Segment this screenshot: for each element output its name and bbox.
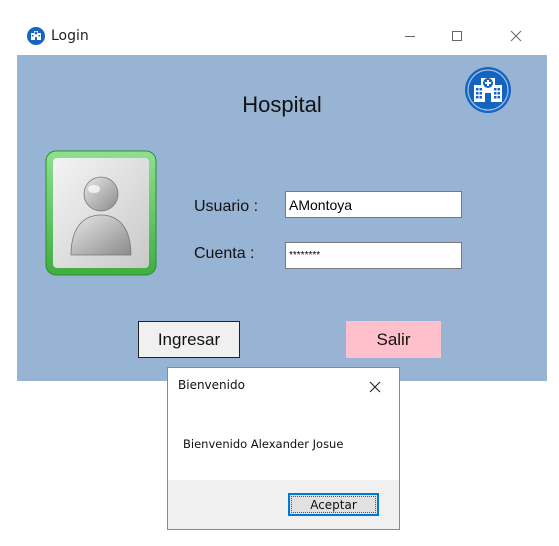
title-bar[interactable]: Login [17,17,547,55]
dialog-footer: Aceptar [168,480,399,529]
exit-button-label: Salir [376,329,411,349]
accept-button-label: Aceptar [310,497,357,512]
dialog-message: Bienvenido Alexander Josue [183,437,344,451]
page-title: Hospital [242,92,322,117]
exit-button[interactable]: Salir [346,321,441,358]
close-icon [369,381,381,393]
accept-button[interactable]: Aceptar [288,493,379,516]
close-icon [510,30,522,42]
login-window: Login Hospital Usuario: AMontoya Cuenta… [17,17,547,381]
maximize-icon [452,31,462,41]
login-button[interactable]: Ingresar [138,321,240,358]
dialog-title: Bienvenido [178,378,245,392]
password-input[interactable] [285,242,462,269]
maximize-button[interactable] [434,17,480,55]
window-title: Login [51,28,89,44]
welcome-dialog: Bienvenido Bienvenido Alexander Josue Ac… [167,367,400,530]
minimize-icon [405,36,415,37]
login-form-panel: Hospital Usuario: AMontoya Cuenta: ***… [17,55,547,381]
hospital-app-icon [27,27,45,45]
user-avatar-icon [45,150,157,276]
login-button-label: Ingresar [157,329,221,349]
username-label: Usuario : [194,198,259,215]
hospital-building-icon [465,67,511,113]
dialog-close-button[interactable] [364,376,386,398]
username-input[interactable] [285,191,462,218]
minimize-button[interactable] [387,17,433,55]
password-label: Cuenta : [194,245,255,262]
window-close-button[interactable] [493,17,539,55]
